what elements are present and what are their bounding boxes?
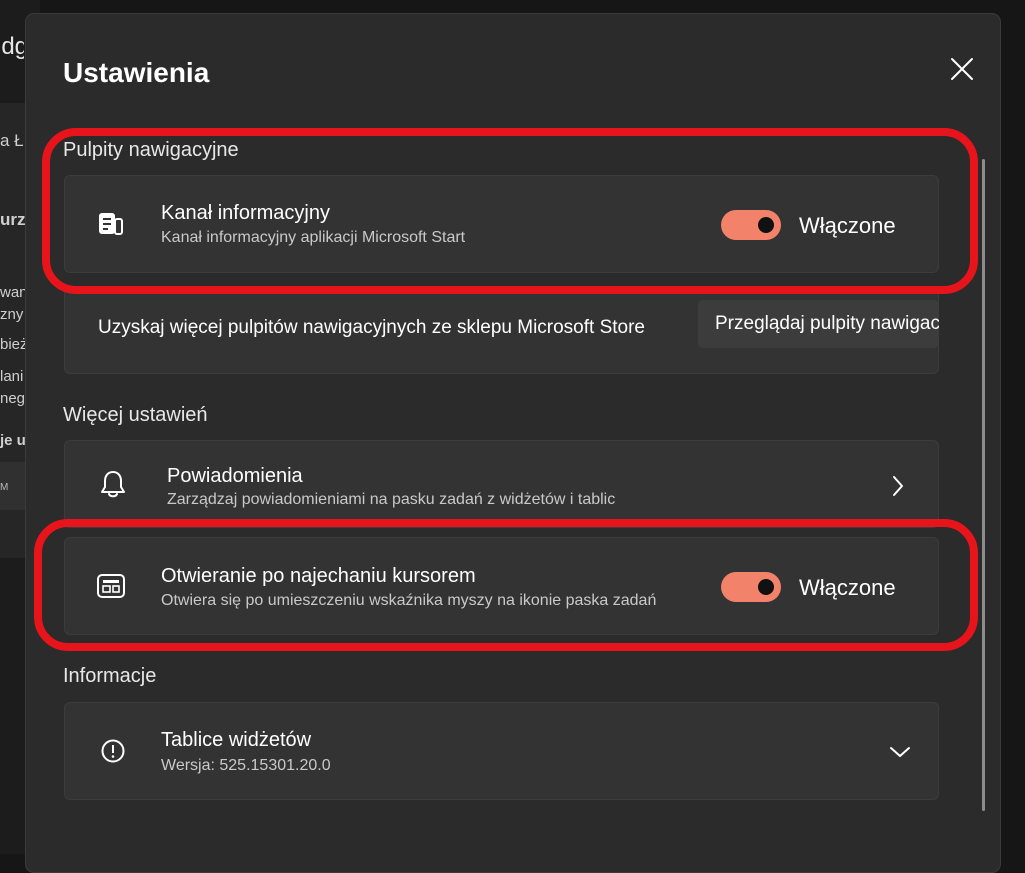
hover-open-toggle[interactable] bbox=[721, 572, 781, 602]
background-text: a Ł bbox=[0, 131, 24, 150]
background-text: je u bbox=[0, 432, 26, 449]
info-icon bbox=[97, 735, 129, 767]
notifications-description: Zarządzaj powiadomieniami na pasku zadań… bbox=[167, 491, 616, 508]
background-text: zny bbox=[0, 306, 24, 323]
settings-dialog: Ustawienia Pulpity nawigacyjne Kanał inf… bbox=[25, 13, 1001, 873]
scrollbar[interactable] bbox=[982, 159, 985, 811]
widget-boards-title: Tablice widżetów bbox=[161, 729, 312, 751]
dialog-title: Ustawienia bbox=[63, 57, 210, 88]
browse-dashboards-button[interactable]: Przeglądaj pulpity nawigacyjne bbox=[698, 300, 939, 348]
feed-card: Kanał informacyjny Kanał informacyjny ap… bbox=[64, 175, 939, 273]
widget-boards-card[interactable]: Tablice widżetów Wersja: 525.15301.20.0 bbox=[64, 702, 939, 800]
feed-toggle-label: Włączone bbox=[799, 213, 896, 238]
toggle-knob bbox=[758, 579, 774, 595]
store-text: Uzyskaj więcej pulpitów nawigacyjnych ze… bbox=[98, 317, 646, 338]
background-text: urza bbox=[0, 210, 28, 229]
background-text: lani bbox=[0, 368, 24, 385]
chevron-right-icon[interactable] bbox=[883, 471, 913, 501]
bell-icon bbox=[97, 468, 129, 500]
close-icon bbox=[951, 58, 973, 80]
notifications-card[interactable]: Powiadomienia Zarządzaj powiadomieniami … bbox=[64, 440, 939, 528]
notifications-title: Powiadomienia bbox=[167, 465, 303, 487]
hover-open-card: Otwieranie po najechaniu kursorem Otwier… bbox=[64, 537, 939, 635]
news-feed-icon bbox=[95, 208, 127, 240]
background-title: idg bbox=[0, 33, 24, 60]
section-label-dashboards: Pulpity nawigacyjne bbox=[63, 139, 239, 161]
section-label-more-settings: Więcej ustawień bbox=[63, 404, 208, 426]
hover-open-toggle-label: Włączone bbox=[799, 575, 896, 600]
background-text: bież bbox=[0, 336, 28, 353]
background-text: wan bbox=[0, 284, 28, 301]
feed-description: Kanał informacyjny aplikacji Microsoft S… bbox=[161, 229, 466, 246]
hover-open-title: Otwieranie po najechaniu kursorem bbox=[161, 565, 476, 587]
chevron-down-icon[interactable] bbox=[885, 737, 915, 767]
toggle-knob bbox=[758, 217, 774, 233]
widget-board-icon bbox=[95, 570, 127, 602]
feed-toggle[interactable] bbox=[721, 210, 781, 240]
close-button[interactable] bbox=[941, 48, 983, 90]
background-row: M bbox=[0, 462, 26, 510]
feed-title: Kanał informacyjny bbox=[161, 202, 330, 224]
section-label-info: Informacje bbox=[63, 665, 157, 687]
widget-boards-version: Wersja: 525.15301.20.0 bbox=[161, 757, 331, 774]
hover-open-description: Otwiera się po umieszczeniu wskaźnika my… bbox=[161, 592, 657, 609]
background-text: negc bbox=[0, 390, 28, 407]
